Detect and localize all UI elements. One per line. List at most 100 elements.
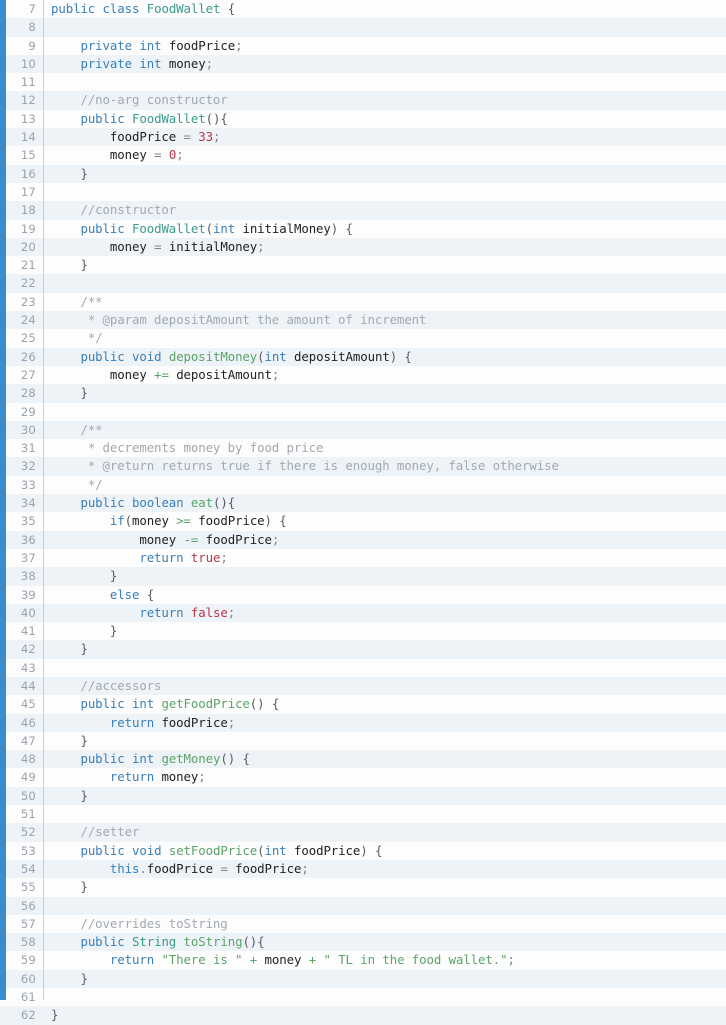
line-content[interactable]: //accessors	[43, 677, 726, 695]
code-line[interactable]: 40 return false;	[0, 603, 726, 623]
line-content[interactable]: foodPrice = 33;	[43, 128, 726, 146]
code-line[interactable]: 16 }	[0, 164, 726, 183]
code-line[interactable]: 59 return "There is " + money + " TL in …	[0, 951, 726, 970]
line-content[interactable]: */	[43, 476, 726, 494]
code-line[interactable]: 11	[0, 73, 726, 92]
code-line[interactable]: 49 return money;	[0, 768, 726, 787]
code-line[interactable]: 14 foodPrice = 33;	[0, 128, 726, 147]
code-line[interactable]: 51	[0, 805, 726, 824]
code-line[interactable]: 54 this.foodPrice = foodPrice;	[0, 859, 726, 879]
code-line[interactable]: 30 /**	[0, 420, 726, 440]
line-content[interactable]: money -= foodPrice;	[43, 531, 726, 549]
code-line[interactable]: 41 }	[0, 622, 726, 641]
code-line[interactable]: 20 money = initialMoney;	[0, 237, 726, 257]
line-content[interactable]: }	[43, 165, 726, 183]
line-content[interactable]: return true;	[43, 549, 726, 567]
code-line[interactable]: 57 //overrides toString	[0, 914, 726, 934]
code-line[interactable]: 34 public boolean eat(){	[0, 494, 726, 513]
code-line[interactable]: 25 */	[0, 329, 726, 348]
code-line[interactable]: 26 public void depositMoney(int depositA…	[0, 347, 726, 366]
code-line[interactable]: 33 */	[0, 475, 726, 495]
line-content[interactable]: * decrements money by food price	[43, 439, 726, 457]
code-line[interactable]: 24 * @param depositAmount the amount of …	[0, 311, 726, 330]
line-content[interactable]: public void depositMoney(int depositAmou…	[43, 348, 726, 366]
code-line[interactable]: 31 * decrements money by food price	[0, 439, 726, 458]
line-content[interactable]: return false;	[43, 604, 726, 622]
line-content[interactable]: return money;	[43, 768, 726, 786]
code-line[interactable]: 47 }	[0, 731, 726, 751]
line-content[interactable]: * @return returns true if there is enoug…	[43, 457, 726, 475]
line-content[interactable]: public void setFoodPrice(int foodPrice) …	[43, 842, 726, 860]
code-line[interactable]: 7 public class FoodWallet {	[0, 0, 726, 19]
line-content[interactable]: private int foodPrice;	[43, 37, 726, 55]
code-line[interactable]: 29	[0, 402, 726, 421]
line-content[interactable]: public FoodWallet(){	[43, 110, 726, 128]
code-line[interactable]: 58 public String toString(){	[0, 933, 726, 952]
line-content[interactable]: }	[43, 732, 726, 750]
code-line[interactable]: 43	[0, 658, 726, 677]
line-content[interactable]: }	[43, 256, 726, 274]
line-content[interactable]: }	[43, 640, 726, 658]
code-line[interactable]: 15 money = 0;	[0, 146, 726, 165]
line-content[interactable]: this.foodPrice = foodPrice;	[43, 860, 726, 878]
line-content[interactable]: }	[43, 1006, 726, 1024]
code-line[interactable]: 9 private int foodPrice;	[0, 36, 726, 55]
line-content[interactable]: /**	[43, 293, 726, 311]
code-line[interactable]: 48 public int getMoney() {	[0, 750, 726, 769]
code-line[interactable]: 32 * @return returns true if there is en…	[0, 457, 726, 476]
line-content[interactable]: public String toString(){	[43, 933, 726, 951]
line-content[interactable]: }	[43, 567, 726, 585]
line-content[interactable]: * @param depositAmount the amount of inc…	[43, 311, 726, 329]
line-content[interactable]: public boolean eat(){	[43, 494, 726, 512]
code-line[interactable]: 38 }	[0, 567, 726, 586]
code-line[interactable]: 19 public FoodWallet(int initialMoney) {	[0, 219, 726, 238]
line-content[interactable]: money = initialMoney;	[43, 238, 726, 256]
line-content[interactable]: //setter	[43, 823, 726, 841]
code-line[interactable]: 50 }	[0, 786, 726, 806]
line-content[interactable]: money += depositAmount;	[43, 366, 726, 384]
line-content[interactable]: /**	[43, 421, 726, 439]
line-content[interactable]: }	[43, 384, 726, 402]
code-line[interactable]: 39 else {	[0, 585, 726, 604]
line-content[interactable]: else {	[43, 586, 726, 604]
code-line[interactable]: 8	[0, 18, 726, 37]
code-line[interactable]: 13 public FoodWallet(){	[0, 109, 726, 129]
line-content[interactable]: */	[43, 329, 726, 347]
code-line[interactable]: 56	[0, 896, 726, 915]
code-line[interactable]: 10 private int money;	[0, 54, 726, 74]
code-line[interactable]: 52 //setter	[0, 823, 726, 842]
code-line[interactable]: 23 /**	[0, 292, 726, 312]
line-content[interactable]: //no-arg constructor	[43, 91, 726, 109]
line-content[interactable]: }	[43, 970, 726, 988]
line-content[interactable]: public FoodWallet(int initialMoney) {	[43, 220, 726, 238]
code-line[interactable]: 17	[0, 182, 726, 202]
code-line[interactable]: 42 }	[0, 640, 726, 659]
line-content[interactable]: }	[43, 787, 726, 805]
line-content[interactable]: }	[43, 622, 726, 640]
line-content[interactable]: //constructor	[43, 201, 726, 219]
line-content[interactable]: money = 0;	[43, 146, 726, 164]
line-content[interactable]: return foodPrice;	[43, 714, 726, 732]
code-line[interactable]: 44 //accessors	[0, 676, 726, 696]
code-line[interactable]: 62}	[0, 1006, 726, 1025]
code-line[interactable]: 21 }	[0, 256, 726, 275]
line-content[interactable]: public int getMoney() {	[43, 750, 726, 768]
code-line[interactable]: 55 }	[0, 878, 726, 897]
code-line[interactable]: 12 //no-arg constructor	[0, 91, 726, 110]
line-content[interactable]: public class FoodWallet {	[43, 0, 726, 18]
line-content[interactable]: //overrides toString	[43, 915, 726, 933]
code-line[interactable]: 27 money += depositAmount;	[0, 365, 726, 385]
code-line[interactable]: 18 //constructor	[0, 201, 726, 220]
code-line[interactable]: 22	[0, 274, 726, 293]
code-viewer[interactable]: 7 public class FoodWallet {8 9 private int…	[0, 0, 726, 1025]
code-line[interactable]: 36 money -= foodPrice;	[0, 530, 726, 549]
line-content[interactable]: private int money;	[43, 55, 726, 73]
code-line[interactable]: 46 return foodPrice;	[0, 713, 726, 732]
code-line[interactable]: 53 public void setFoodPrice(int foodPric…	[0, 841, 726, 860]
code-line[interactable]: 28 }	[0, 384, 726, 403]
code-line[interactable]: 37 return true;	[0, 548, 726, 568]
code-line[interactable]: 61	[0, 988, 726, 1007]
line-content[interactable]: }	[43, 878, 726, 896]
line-content[interactable]: if(money >= foodPrice) {	[43, 512, 726, 530]
code-line[interactable]: 35 if(money >= foodPrice) {	[0, 512, 726, 531]
